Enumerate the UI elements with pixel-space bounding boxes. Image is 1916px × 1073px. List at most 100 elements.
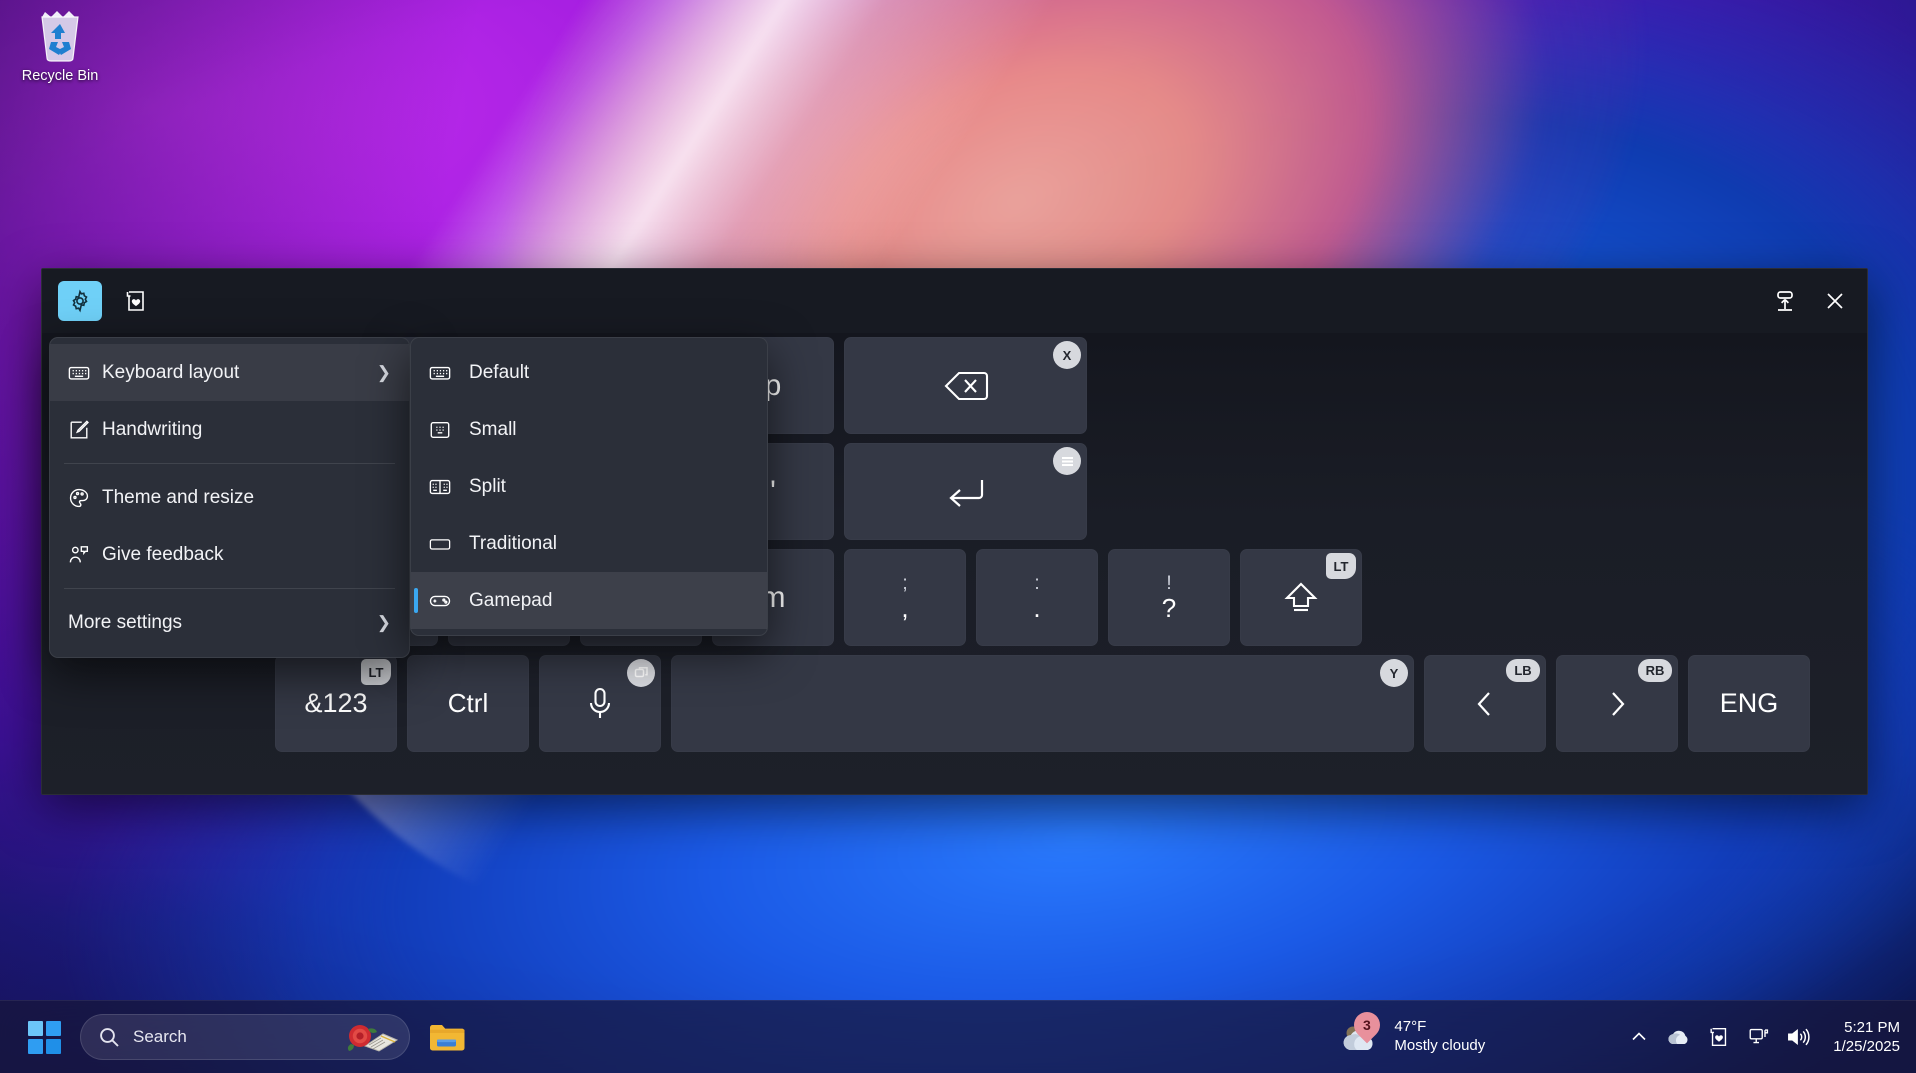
start-button[interactable] (22, 1015, 66, 1059)
heart-clipboard-icon (1710, 1028, 1727, 1046)
keyboard-layout-submenu: Default Small Split Traditional Gamepad (410, 337, 768, 636)
ink-workspace-button[interactable] (114, 281, 158, 321)
key-period[interactable]: : . (976, 549, 1098, 646)
keyboard-small-icon (429, 419, 469, 441)
tray-show-hidden-icons[interactable] (1619, 1015, 1659, 1059)
gamepad-icon (429, 590, 469, 612)
recycle-bin-icon (31, 6, 89, 64)
rose-newspaper-image (343, 1020, 399, 1054)
dock-undock-icon (1777, 291, 1793, 311)
desktop-icon-label: Recycle Bin (21, 68, 99, 84)
taskbar-clock[interactable]: 5:21 PM 1/25/2025 (1833, 1018, 1900, 1057)
keyboard-icon (68, 362, 102, 384)
key-enter[interactable] (844, 443, 1087, 540)
menu-item-keyboard-layout[interactable]: Keyboard layout ❯ (50, 344, 409, 401)
taskbar-right-group: 3 47°F Mostly cloudy 5:21 PM 1/25/2025 (1324, 1006, 1900, 1062)
key-language[interactable]: ENG (1688, 655, 1810, 752)
chevron-right-icon: ❯ (376, 612, 391, 632)
key-space[interactable]: Y (671, 655, 1414, 752)
feedback-icon (68, 544, 102, 566)
weather-condition: Mostly cloudy (1394, 1037, 1486, 1054)
submenu-item-label: Split (469, 475, 506, 497)
panel-icon (634, 667, 648, 678)
menu-separator (64, 588, 395, 589)
keyboard-traditional-icon (429, 533, 469, 555)
submenu-item-label: Traditional (469, 532, 558, 554)
submenu-item-default[interactable]: Default (411, 344, 767, 401)
cloud-icon (1668, 1030, 1688, 1044)
keyboard-row-4: &123 LT Ctrl Y LB RB ENG (52, 655, 1857, 752)
speaker-icon (1788, 1028, 1810, 1046)
folder-icon (430, 1025, 465, 1051)
submenu-item-small[interactable]: Small (411, 401, 767, 458)
gamepad-badge-lb: LB (1506, 659, 1540, 682)
gamepad-badge-menu (1053, 447, 1081, 475)
chevron-up-icon (1632, 1032, 1646, 1041)
keyboard-dock-button[interactable] (1763, 281, 1807, 321)
menu-icon (1061, 456, 1073, 466)
key-question[interactable]: ! ? (1108, 549, 1230, 646)
palette-icon (68, 487, 102, 509)
badge-count: 3 (1363, 1017, 1372, 1034)
windows-start-icon (27, 1020, 61, 1054)
tray-ink-workspace[interactable] (1699, 1015, 1739, 1059)
menu-item-label: Keyboard layout (102, 361, 240, 383)
taskbar-app-file-explorer[interactable] (424, 1014, 470, 1060)
weather-text: 47°F Mostly cloudy (1394, 1018, 1485, 1056)
submenu-item-label: Small (469, 418, 517, 440)
taskbar-weather-widget[interactable]: 3 47°F Mostly cloudy (1324, 1006, 1499, 1062)
desktop-icon-recycle-bin[interactable]: Recycle Bin (8, 6, 112, 85)
submenu-item-label: Default (469, 361, 530, 383)
tray-network[interactable] (1739, 1015, 1779, 1059)
keyboard-close-button[interactable] (1813, 281, 1857, 321)
key-upper-label: ; (902, 573, 908, 594)
taskbar-left-group: Search (22, 1014, 470, 1060)
network-icon (1749, 1028, 1769, 1044)
submenu-item-gamepad[interactable]: Gamepad (411, 572, 767, 629)
submenu-item-traditional[interactable]: Traditional (411, 515, 767, 572)
tray-onedrive[interactable] (1659, 1015, 1699, 1059)
microphone-icon (589, 687, 611, 718)
menu-item-handwriting[interactable]: Handwriting (50, 401, 409, 458)
key-dictation[interactable] (539, 655, 661, 752)
menu-separator (64, 463, 395, 464)
menu-item-label: More settings (68, 611, 183, 633)
cloud-sun-icon: 3 (1338, 1006, 1386, 1058)
key-comma[interactable]: ; , (844, 549, 966, 646)
search-icon (97, 1025, 121, 1049)
chevron-right-icon (1612, 691, 1625, 716)
menu-item-theme-and-resize[interactable]: Theme and resize (50, 469, 409, 526)
key-main-label: ENG (1719, 688, 1779, 718)
enter-icon (948, 479, 983, 507)
keyboard-settings-button[interactable] (58, 281, 102, 321)
key-ctrl[interactable]: Ctrl (407, 655, 529, 752)
chevron-right-icon: ❯ (376, 362, 391, 382)
key-main-label: &123 (304, 688, 368, 718)
key-main-label: Ctrl (447, 688, 489, 718)
key-main-label: ' (770, 474, 776, 508)
key-arrow-left[interactable]: LB (1424, 655, 1546, 752)
submenu-item-label: Gamepad (469, 589, 553, 611)
key-symbols[interactable]: &123 LT (275, 655, 397, 752)
menu-item-give-feedback[interactable]: Give feedback (50, 526, 409, 583)
gamepad-badge-rb: RB (1638, 659, 1672, 682)
submenu-item-split[interactable]: Split (411, 458, 767, 515)
key-lower-label: ? (1161, 593, 1177, 623)
key-backspace[interactable]: X (844, 337, 1087, 434)
tray-volume[interactable] (1779, 1015, 1819, 1059)
key-shift[interactable]: LT (1240, 549, 1362, 646)
taskbar-search-box[interactable]: Search (80, 1014, 410, 1060)
close-icon (1827, 293, 1843, 309)
menu-item-label: Theme and resize (102, 486, 255, 508)
key-upper-label: : (1034, 573, 1040, 594)
clock-date: 1/25/2025 (1833, 1038, 1900, 1055)
menu-item-label: Handwriting (102, 418, 203, 440)
menu-item-more-settings[interactable]: More settings ❯ (50, 594, 409, 651)
key-arrow-right[interactable]: RB (1556, 655, 1678, 752)
keyboard-default-icon (429, 362, 469, 384)
key-upper-label: ! (1166, 573, 1172, 594)
gamepad-badge-lt: LT (1326, 553, 1356, 579)
keyboard-split-icon (429, 476, 469, 498)
gear-icon (72, 289, 88, 313)
keyboard-titlebar (42, 269, 1867, 333)
